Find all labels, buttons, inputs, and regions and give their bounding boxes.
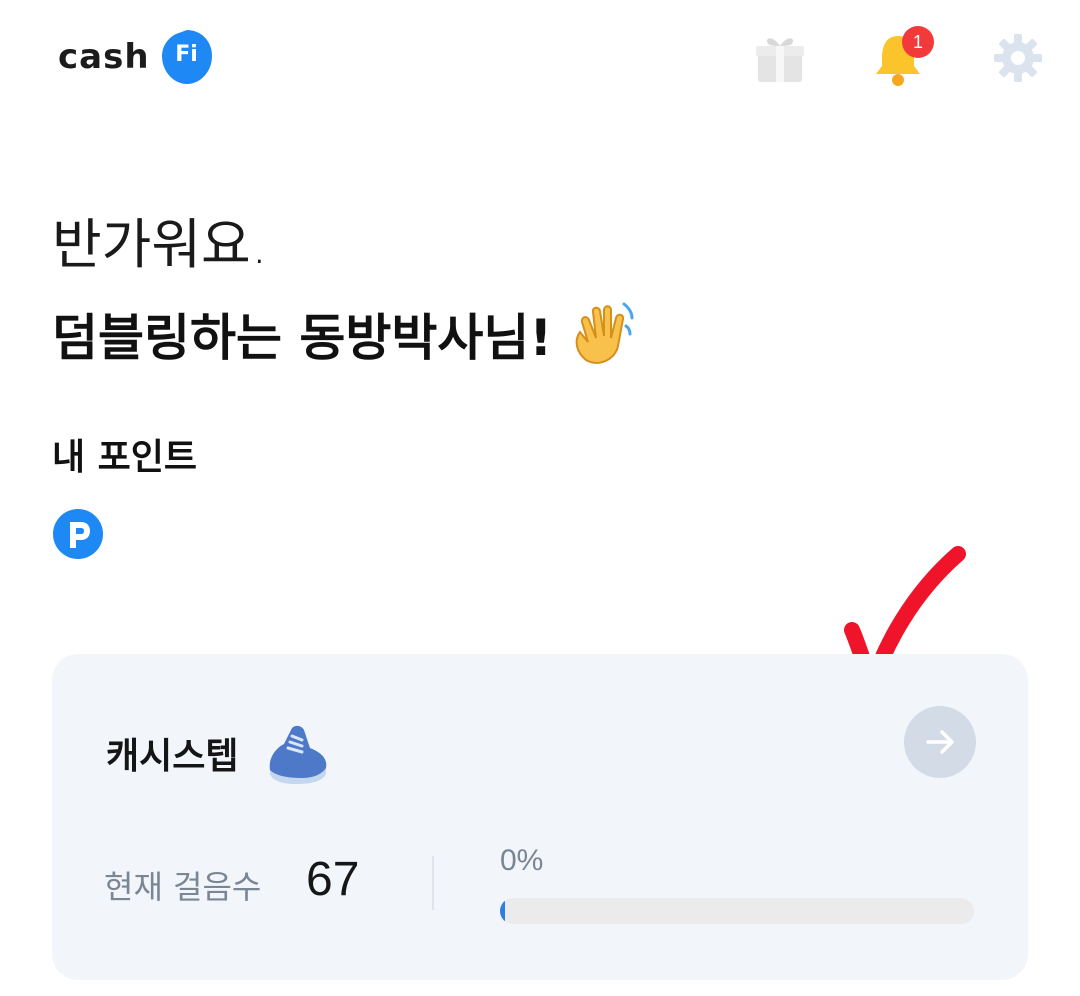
- greeting-name: 덤블링하는 동방박사님!: [52, 309, 553, 367]
- arrow-right-icon: [926, 730, 954, 754]
- notification-badge: 1: [902, 26, 934, 58]
- points-row: [52, 508, 116, 560]
- divider: [432, 856, 434, 910]
- gift-icon[interactable]: [752, 30, 808, 86]
- progress-fill: [500, 898, 505, 924]
- greeting-line-2: 덤블링하는 동방박사님!: [52, 298, 638, 370]
- cashstep-title: 캐시스텝: [106, 718, 332, 788]
- point-icon: [52, 508, 104, 560]
- logo-badge-text: Fi: [175, 42, 198, 67]
- current-steps-label: 현재 걸음수: [104, 868, 262, 906]
- gear-icon[interactable]: [990, 30, 1046, 86]
- cashstep-card[interactable]: 캐시스텝 현재 걸음수 67 0%: [52, 654, 1028, 980]
- waving-hand-icon: [566, 298, 638, 370]
- progress-bar: [500, 898, 974, 924]
- shoe-icon: [262, 718, 332, 788]
- logo-badge: Fi: [160, 28, 214, 84]
- cashstep-title-text: 캐시스텝: [106, 736, 239, 777]
- cashstep-arrow-button[interactable]: [904, 706, 976, 778]
- current-steps-value: 67: [306, 853, 360, 906]
- logo-text: cash: [58, 37, 150, 77]
- progress-percent: 0%: [500, 844, 544, 877]
- cashfi-logo: cash Fi: [58, 28, 214, 86]
- greeting-line-1: 반가워요.: [52, 213, 268, 276]
- my-points-title: 내 포인트: [52, 437, 198, 478]
